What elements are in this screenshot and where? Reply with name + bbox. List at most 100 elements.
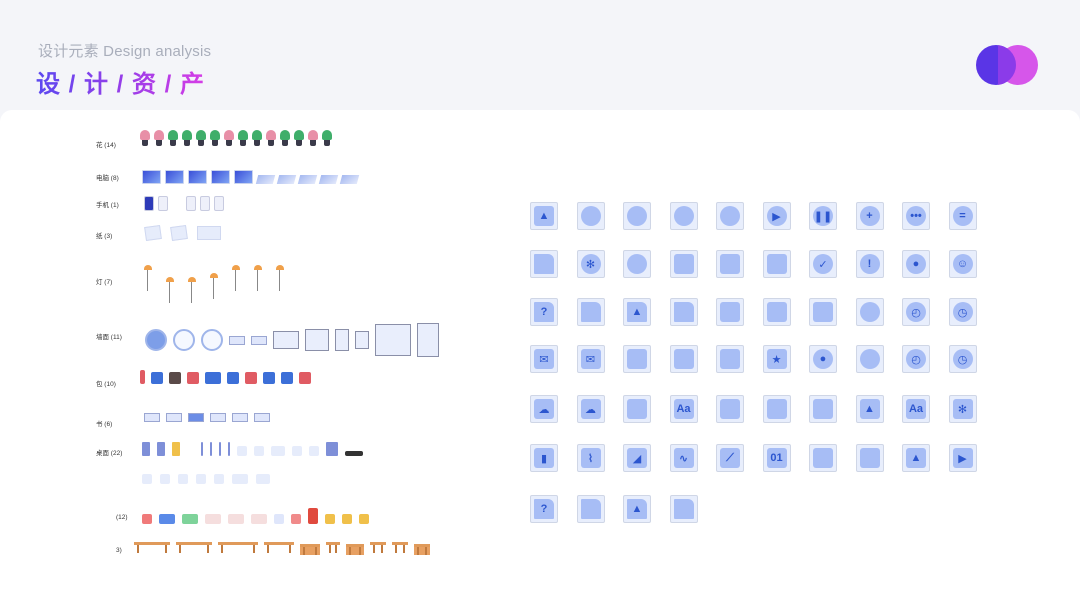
gift-icon bbox=[142, 514, 152, 524]
stopwatch-icon bbox=[309, 446, 319, 456]
medal-icon bbox=[342, 514, 352, 524]
bag-icon bbox=[205, 372, 221, 384]
chart-line-icon bbox=[251, 514, 267, 524]
paper-strip bbox=[144, 224, 221, 242]
pencil-cup-icon bbox=[172, 442, 180, 456]
lamp-icon bbox=[230, 265, 242, 291]
category-flowers: 花 (14) bbox=[96, 139, 116, 149]
bar-chart-icon bbox=[359, 514, 369, 524]
chart-line-icon bbox=[205, 514, 221, 524]
laptop-icon bbox=[339, 175, 360, 184]
plant-icon bbox=[266, 128, 276, 146]
category-label: 花 (14) bbox=[96, 142, 116, 149]
text-file-icon bbox=[576, 298, 605, 326]
table-icon bbox=[176, 542, 212, 555]
monitor-icon bbox=[165, 170, 184, 184]
bag-icon bbox=[281, 372, 293, 384]
chair-icon bbox=[392, 542, 408, 555]
category-phones: 手机 (1) bbox=[96, 199, 119, 209]
category-label: (12) bbox=[116, 514, 128, 521]
magnifier-icon bbox=[237, 446, 247, 456]
category-wall: 墙面 (11) bbox=[96, 331, 122, 341]
browser-icon bbox=[809, 395, 837, 423]
table-icon bbox=[218, 542, 258, 555]
book-icon bbox=[166, 413, 182, 422]
stool-icon bbox=[326, 542, 340, 555]
plant-icon bbox=[322, 128, 332, 146]
plant-icon bbox=[140, 128, 150, 146]
bag-icon bbox=[169, 372, 181, 384]
cup-icon bbox=[214, 474, 224, 484]
pie-chart-icon bbox=[669, 202, 698, 230]
file-icon bbox=[530, 250, 558, 278]
plant-icon bbox=[168, 128, 178, 146]
pencil-cup-icon bbox=[157, 442, 165, 456]
bag-icon bbox=[245, 372, 257, 384]
plant-icon bbox=[224, 128, 234, 146]
lamp-icon bbox=[164, 277, 176, 303]
red-envelope-icon bbox=[308, 508, 318, 524]
glasses-icon bbox=[345, 451, 363, 456]
clock-icon bbox=[173, 329, 195, 351]
window-icon bbox=[355, 331, 369, 349]
phone-icon bbox=[158, 196, 168, 211]
line-chart-icon: ⌇ bbox=[576, 444, 605, 472]
bag-icon bbox=[151, 372, 163, 384]
plant-icon bbox=[154, 128, 164, 146]
category-books: 书 (6) bbox=[96, 418, 112, 428]
bar-chart-icon bbox=[291, 514, 301, 524]
timer-icon: ◴ bbox=[902, 298, 930, 326]
bag-icon bbox=[263, 372, 275, 384]
clock-icon bbox=[145, 329, 167, 351]
category-lamps: 灯 (7) bbox=[96, 276, 112, 286]
laptop-icon bbox=[297, 175, 318, 184]
lamp-icon bbox=[142, 265, 154, 291]
category-label: 3) bbox=[116, 547, 122, 554]
plus-icon: + bbox=[855, 202, 884, 230]
lamp-icon bbox=[274, 265, 286, 291]
header: 设计元素 Design analysis 设 / 计 / 资 / 产 bbox=[0, 0, 1080, 110]
paper-icon bbox=[170, 224, 188, 242]
phone-icon bbox=[186, 196, 196, 211]
phone-icon bbox=[200, 196, 210, 211]
trend-chart-icon: ⟋ bbox=[716, 444, 744, 472]
star-frame-icon: ★ bbox=[762, 345, 791, 373]
pen-icon bbox=[210, 442, 212, 456]
wall-frame-icon bbox=[335, 329, 349, 351]
pen-icon bbox=[219, 442, 221, 456]
shelf-icon bbox=[251, 335, 267, 345]
browser-play-icon: ▶ bbox=[948, 444, 977, 472]
clock-icon bbox=[201, 329, 223, 351]
lamp-icon bbox=[252, 265, 264, 291]
category-bags: 包 (10) bbox=[96, 378, 116, 388]
bags-strip bbox=[140, 370, 311, 384]
stool-icon bbox=[370, 542, 386, 555]
gauge-icon bbox=[855, 345, 884, 373]
category-label: 电脑 (8) bbox=[96, 175, 119, 182]
bag-icon bbox=[187, 372, 199, 384]
plant-icon bbox=[182, 128, 192, 146]
image-file-icon: ▲ bbox=[623, 298, 651, 326]
cloud-icon: ☁ bbox=[576, 395, 605, 423]
category-desk: 桌面 (22) bbox=[96, 447, 122, 457]
hourglass-icon bbox=[292, 446, 302, 456]
plant-icon bbox=[308, 128, 318, 146]
monitor-icon bbox=[188, 170, 207, 184]
painting-icon bbox=[375, 324, 411, 356]
category-label: 灯 (7) bbox=[96, 279, 113, 286]
monitor-icon bbox=[142, 170, 161, 184]
plant-icon bbox=[210, 128, 220, 146]
category-computers: 电脑 (8) bbox=[96, 172, 119, 182]
browser-settings-icon: ✻ bbox=[948, 395, 977, 423]
timer-icon: ◴ bbox=[902, 345, 930, 373]
frame-icon bbox=[669, 345, 698, 373]
grid-icon bbox=[716, 250, 744, 278]
laptop-icon bbox=[318, 175, 339, 184]
flowers-strip bbox=[140, 128, 332, 146]
computers-strip bbox=[142, 170, 360, 184]
page-subtitle: 设计元素 Design analysis bbox=[38, 43, 212, 60]
pause-icon: ❚❚ bbox=[809, 202, 837, 230]
pen-icon bbox=[274, 514, 284, 524]
bag-icon bbox=[227, 372, 239, 384]
easel-icon bbox=[256, 474, 270, 484]
